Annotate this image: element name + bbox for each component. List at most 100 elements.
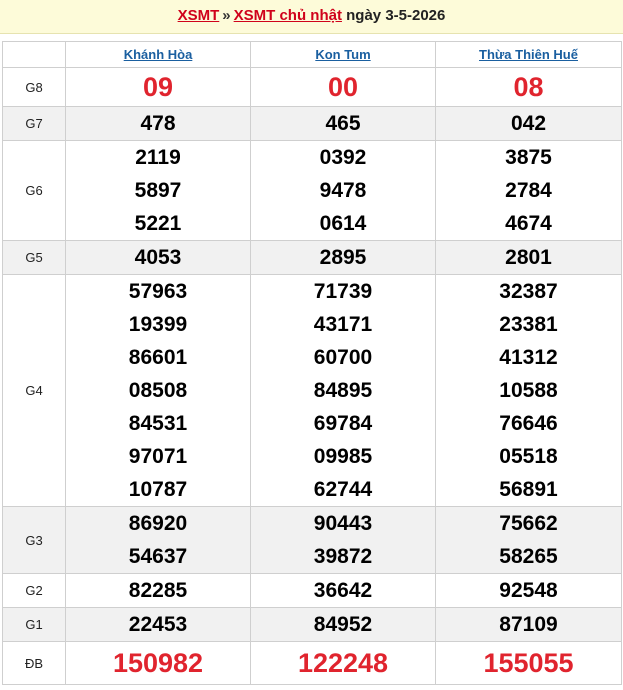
lottery-number: 58265 <box>499 545 558 568</box>
prize-label: G6 <box>2 140 66 241</box>
prize-row: G4 57963 19399 86601 08508 84531 97071 10787 717… <box>2 274 622 507</box>
breadcrumb-separator: » <box>222 7 231 24</box>
lottery-number: 97071 <box>128 445 188 468</box>
lottery-number: 5897 <box>134 179 182 202</box>
result-cell: 32387 23381 41312 10588 76646 05518 56891 <box>435 274 622 507</box>
lottery-number: 4674 <box>505 212 552 235</box>
prize-row: G7 478 465 042 <box>2 106 622 141</box>
result-cell: 042 <box>435 106 622 141</box>
xsmt-chu-nhat-link[interactable]: XSMT chủ nhật <box>234 7 342 24</box>
lottery-number: 09985 <box>313 445 373 468</box>
result-cell: 75662 58265 <box>435 506 622 574</box>
prize-row: G3 86920 54637 90443 39872 75662 58265 <box>2 506 622 574</box>
province-khanh-hoa: Khánh Hòa <box>65 41 251 68</box>
lottery-number: 478 <box>140 112 176 135</box>
lottery-number: 41312 <box>499 346 558 369</box>
lottery-number: 465 <box>325 112 361 135</box>
prize-row: G2 82285 36642 92548 <box>2 573 622 608</box>
lottery-number: 84531 <box>128 412 188 435</box>
lottery-number: 2895 <box>319 246 367 269</box>
result-cell: 86920 54637 <box>65 506 251 574</box>
lottery-number: 23381 <box>499 313 558 336</box>
province-link[interactable]: Kon Tum <box>315 47 370 62</box>
result-cell: 71739 43171 60700 84895 69784 09985 62744 <box>250 274 436 507</box>
province-header-row: Khánh Hòa Kon Tum Thừa Thiên Huế <box>2 41 622 68</box>
lottery-number: 32387 <box>499 280 558 303</box>
result-cell: 150982 <box>65 641 251 685</box>
prize-label: ĐB <box>2 641 66 685</box>
lottery-number: 82285 <box>128 579 188 602</box>
result-cell: 155055 <box>435 641 622 685</box>
lottery-number: 00 <box>327 72 359 102</box>
province-kon-tum: Kon Tum <box>250 41 436 68</box>
result-cell: 2895 <box>250 240 436 275</box>
lottery-number: 43171 <box>313 313 373 336</box>
prize-row: G8 09 00 08 <box>2 67 622 107</box>
lottery-number: 0614 <box>319 212 367 235</box>
result-cell: 92548 <box>435 573 622 608</box>
result-cell: 57963 19399 86601 08508 84531 97071 10787 <box>65 274 251 507</box>
province-thua-thien-hue: Thừa Thiên Huế <box>435 41 622 68</box>
prize-label: G2 <box>2 573 66 608</box>
result-cell: 00 <box>250 67 436 107</box>
lottery-number: 36642 <box>313 579 373 602</box>
lottery-number: 4053 <box>134 246 182 269</box>
lottery-number: 60700 <box>313 346 373 369</box>
lottery-number: 86601 <box>128 346 188 369</box>
lottery-number: 75662 <box>499 512 558 535</box>
lottery-number: 54637 <box>128 545 188 568</box>
lottery-number: 08508 <box>128 379 188 402</box>
prize-row: G6 2119 5897 5221 0392 9478 0614 3875 2784 4674 <box>2 140 622 241</box>
prize-label: G5 <box>2 240 66 275</box>
lottery-number: 9478 <box>319 179 367 202</box>
lottery-number: 155055 <box>483 648 574 678</box>
province-link[interactable]: Thừa Thiên Huế <box>479 47 578 62</box>
result-cell: 90443 39872 <box>250 506 436 574</box>
lottery-number: 86920 <box>128 512 188 535</box>
lottery-number: 39872 <box>313 545 373 568</box>
result-cell: 3875 2784 4674 <box>435 140 622 241</box>
lottery-number: 10588 <box>499 379 558 402</box>
lottery-number: 71739 <box>313 280 373 303</box>
result-cell: 478 <box>65 106 251 141</box>
xsmt-link[interactable]: XSMT <box>178 7 220 24</box>
prize-row: ĐB 150982 122248 155055 <box>2 641 622 685</box>
lottery-number: 84952 <box>313 613 373 636</box>
lottery-number: 150982 <box>112 648 204 678</box>
results-body: G8 09 00 08 G7 478 465 042 G6 2119 5897 5221 0392 947… <box>2 67 622 685</box>
prize-row: G5 4053 2895 2801 <box>2 240 622 275</box>
lottery-number: 76646 <box>499 412 558 435</box>
lottery-number: 2784 <box>505 179 552 202</box>
lottery-number: 08 <box>513 72 544 102</box>
lottery-number: 2119 <box>135 146 181 169</box>
lottery-number: 09 <box>142 72 174 102</box>
result-cell: 465 <box>250 106 436 141</box>
lottery-number: 62744 <box>313 478 373 501</box>
province-link[interactable]: Khánh Hòa <box>124 47 193 62</box>
lottery-number: 84895 <box>313 379 373 402</box>
prize-label: G1 <box>2 607 66 642</box>
result-cell: 2801 <box>435 240 622 275</box>
prize-label: G3 <box>2 506 66 574</box>
page-header: XSMT» XSMT chủ nhật ngày 3-5-2026 <box>0 0 623 34</box>
header-corner <box>2 41 66 68</box>
result-cell: 09 <box>65 67 251 107</box>
result-cell: 82285 <box>65 573 251 608</box>
result-cell: 36642 <box>250 573 436 608</box>
result-cell: 22453 <box>65 607 251 642</box>
result-cell: 84952 <box>250 607 436 642</box>
lottery-number: 2801 <box>505 246 552 269</box>
lottery-number: 90443 <box>313 512 373 535</box>
lottery-number: 122248 <box>297 648 389 678</box>
result-cell: 0392 9478 0614 <box>250 140 436 241</box>
prize-label: G8 <box>2 67 66 107</box>
lottery-number: 3875 <box>505 146 552 169</box>
lottery-number: 10787 <box>128 478 188 501</box>
prize-label: G7 <box>2 106 66 141</box>
lottery-number: 57963 <box>128 280 188 303</box>
lottery-number: 87109 <box>499 613 558 636</box>
results-table: Khánh Hòa Kon Tum Thừa Thiên Huế G8 09 00 0… <box>2 41 622 685</box>
lottery-number: 22453 <box>128 613 188 636</box>
lottery-number: 69784 <box>313 412 373 435</box>
lottery-number: 0392 <box>319 146 367 169</box>
